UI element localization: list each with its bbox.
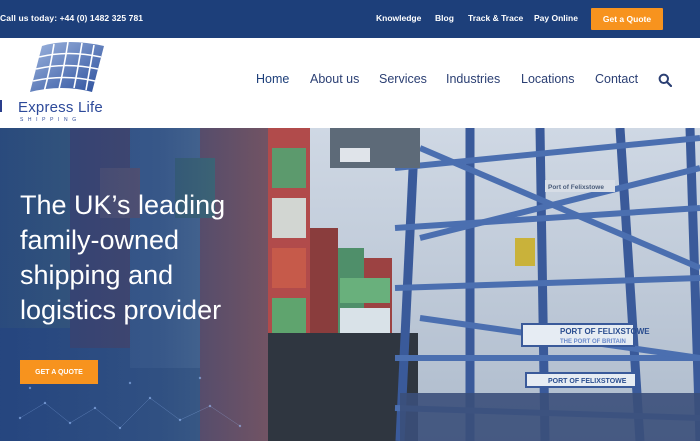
search-icon[interactable] <box>658 73 672 87</box>
nav-item-locations[interactable]: Locations <box>521 72 575 86</box>
top-link-knowledge[interactable]: Knowledge <box>376 13 421 23</box>
top-link-track-trace[interactable]: Track & Trace <box>468 13 523 23</box>
hero-headline: The UK’s leading family-owned shipping a… <box>20 188 270 328</box>
logo-subtitle: SHIPPING <box>20 117 81 123</box>
get-a-quote-button[interactable]: Get a Quote <box>591 8 663 30</box>
logo-bar <box>0 100 2 112</box>
nav-item-about-us[interactable]: About us <box>310 72 359 86</box>
hero-get-a-quote-button[interactable]: GET A QUOTE <box>20 360 98 384</box>
top-link-pay-online[interactable]: Pay Online <box>534 13 578 23</box>
nav-item-contact[interactable]: Contact <box>595 72 638 86</box>
logo[interactable]: Express Life SHIPPING <box>0 38 130 128</box>
phone-number[interactable]: Call us today: +44 (0) 1482 325 781 <box>0 13 143 23</box>
sign-text-1: PORT OF FELIXSTOWE <box>560 327 650 336</box>
sign-text-3: PORT OF FELIXSTOWE <box>548 378 627 385</box>
top-bar: Call us today: +44 (0) 1482 325 781 Know… <box>0 0 700 38</box>
nav-item-services[interactable]: Services <box>379 72 427 86</box>
headline-line-3: shipping and <box>20 260 174 290</box>
nav-item-home[interactable]: Home <box>256 72 289 86</box>
hero-banner: PORT OF FELIXSTOWE THE PORT OF BRITAIN P… <box>0 128 700 441</box>
sign-text-2: THE PORT OF BRITAIN <box>560 339 626 345</box>
header: Express Life SHIPPING Home About us Serv… <box>0 38 700 128</box>
headline-line-4: logistics provider <box>20 295 222 325</box>
headline-line-2: family-owned <box>20 225 180 255</box>
nav-item-industries[interactable]: Industries <box>446 72 500 86</box>
headline-line-1: The UK’s leading <box>20 190 226 220</box>
sign-text-4: Port of Felixstowe <box>548 184 604 191</box>
logo-grid-icon <box>30 41 104 93</box>
logo-name: Express Life <box>18 99 103 116</box>
top-link-blog[interactable]: Blog <box>435 13 454 23</box>
